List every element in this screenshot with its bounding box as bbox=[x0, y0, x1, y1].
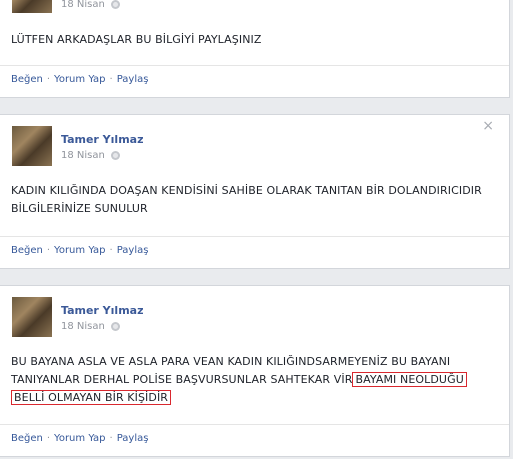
separator: · bbox=[109, 245, 113, 256]
post-actions: Beğen · Yorum Yap · Paylaş bbox=[11, 245, 148, 256]
globe-icon bbox=[110, 0, 120, 9]
separator: · bbox=[46, 245, 51, 256]
like-button[interactable]: Beğen bbox=[11, 433, 43, 444]
share-button[interactable]: Paylaş bbox=[117, 245, 149, 256]
separator: · bbox=[109, 433, 113, 444]
post-date[interactable]: 18 Nisan bbox=[61, 150, 105, 161]
post-meta: 18 Nisan bbox=[61, 321, 120, 332]
comment-button[interactable]: Yorum Yap bbox=[54, 245, 105, 256]
post-text: BU BAYANA ASLA VE ASLA PARA VEAN KADIN K… bbox=[11, 353, 499, 407]
post-text-segment: TANIYANLAR DERHAL POLİSE BAŞVURSUNLAR SA… bbox=[11, 373, 345, 386]
like-button[interactable]: Beğen bbox=[11, 74, 43, 85]
separator: · bbox=[46, 74, 51, 85]
avatar[interactable] bbox=[12, 0, 52, 13]
author-name[interactable]: Tamer Yılmaz bbox=[61, 304, 143, 317]
comment-button[interactable]: Yorum Yap bbox=[54, 433, 105, 444]
post-date[interactable]: 18 Nisan bbox=[61, 0, 105, 10]
highlighted-text: BELLİ OLMAYAN BİR KİŞİDİR bbox=[11, 390, 172, 405]
comment-button[interactable]: Yorum Yap bbox=[54, 74, 105, 85]
author-name[interactable]: Tamer Yılmaz bbox=[61, 133, 143, 146]
divider bbox=[0, 236, 509, 237]
avatar[interactable] bbox=[12, 126, 52, 166]
post-text-line: BİLGİLERİNİZE SUNULUR bbox=[11, 202, 148, 215]
post-date[interactable]: 18 Nisan bbox=[61, 321, 105, 332]
globe-icon bbox=[110, 151, 120, 160]
like-button[interactable]: Beğen bbox=[11, 245, 43, 256]
post-meta: 18 Nisan bbox=[61, 0, 120, 10]
post-3: Tamer Yılmaz 18 Nisan BU BAYANA ASLA VE … bbox=[0, 285, 510, 457]
post-text: LÜTFEN ARKADAŞLAR BU BİLGİYİ PAYLAŞINIZ bbox=[11, 33, 262, 46]
separator: · bbox=[109, 74, 113, 85]
post-text-line: BU BAYANA ASLA VE ASLA PARA VEAN KADIN K… bbox=[11, 355, 451, 368]
separator: · bbox=[46, 433, 51, 444]
post-text-line: TANIYANLAR DERHAL POLİSE BAŞVURSUNLAR SA… bbox=[11, 371, 499, 389]
highlighted-text: BAYAMI NEOLDUĞU bbox=[352, 372, 467, 387]
post-actions: Beğen · Yorum Yap · Paylaş bbox=[11, 433, 148, 444]
post-meta: 18 Nisan bbox=[61, 150, 120, 161]
post-2: Tamer Yılmaz 18 Nisan × KADIN KILIĞINDA … bbox=[0, 114, 510, 269]
post-text-line: KADIN KILIĞINDA DOAŞAN KENDİSİNİ SAHİBE … bbox=[11, 184, 482, 197]
post-text-line: BELLİ OLMAYAN BİR KİŞİDİR bbox=[11, 389, 499, 407]
divider bbox=[0, 65, 509, 66]
globe-icon bbox=[110, 322, 120, 331]
post-actions: Beğen · Yorum Yap · Paylaş bbox=[11, 74, 148, 85]
post-1: 18 Nisan LÜTFEN ARKADAŞLAR BU BİLGİYİ PA… bbox=[0, 0, 510, 98]
post-text: KADIN KILIĞINDA DOAŞAN KENDİSİNİ SAHİBE … bbox=[11, 182, 499, 218]
avatar[interactable] bbox=[12, 297, 52, 337]
close-icon[interactable]: × bbox=[482, 118, 494, 134]
divider bbox=[0, 424, 509, 425]
share-button[interactable]: Paylaş bbox=[117, 74, 149, 85]
share-button[interactable]: Paylaş bbox=[117, 433, 149, 444]
